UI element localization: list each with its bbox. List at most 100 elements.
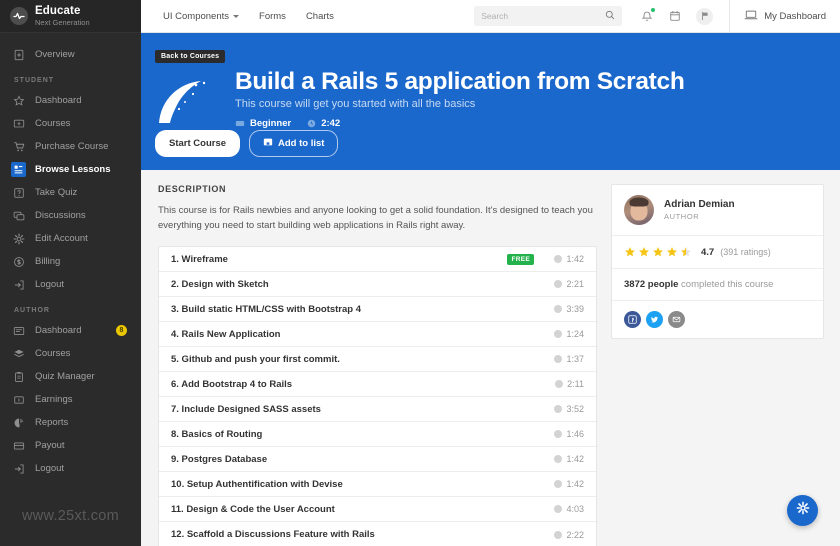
lesson-title: 7. Include Designed SASS assets	[171, 404, 542, 415]
email-icon[interactable]	[668, 311, 685, 328]
sidebar-item-overview[interactable]: Overview	[0, 43, 141, 66]
facebook-icon[interactable]	[624, 311, 641, 328]
back-to-courses-button[interactable]: Back to Courses	[155, 50, 225, 63]
sidebar-item-earnings[interactable]: Earnings	[0, 388, 141, 411]
list-item[interactable]: 9. Postgres Database 1:42	[159, 447, 596, 472]
lesson-duration-label: 3:52	[566, 404, 584, 414]
list-item[interactable]: 10. Setup Authentification with Devise 1…	[159, 472, 596, 497]
avatar	[624, 195, 654, 225]
lesson-duration: 1:24	[542, 329, 584, 339]
lesson-title: 8. Basics of Routing	[171, 429, 542, 440]
search-icon[interactable]	[605, 7, 615, 25]
star-icon	[652, 246, 664, 258]
list-item[interactable]: 6. Add Bootstrap 4 to Rails 2:11	[159, 372, 596, 397]
lesson-list: 1. Wireframe FREE 1:42 2. Design with Sk…	[158, 246, 597, 546]
author-name: Adrian Demian	[664, 199, 735, 210]
list-item[interactable]: 1. Wireframe FREE 1:42	[159, 247, 596, 272]
sidebar-item-payout[interactable]: Payout	[0, 434, 141, 457]
course-level-label: Beginner	[250, 118, 291, 129]
search-input[interactable]	[481, 11, 605, 21]
tab-forms[interactable]: Forms	[259, 11, 286, 22]
list-item[interactable]: 12. Scaffold a Discussions Feature with …	[159, 522, 596, 546]
lesson-duration-label: 2:22	[566, 530, 584, 540]
course-meta: Beginner 2:42	[235, 118, 685, 129]
topbar-icons	[622, 8, 729, 25]
twitter-icon[interactable]	[646, 311, 663, 328]
clock-icon	[554, 255, 562, 263]
tab-charts[interactable]: Charts	[306, 11, 334, 22]
start-course-button[interactable]: Start Course	[155, 130, 240, 157]
sidebar-item-take-quiz[interactable]: Take Quiz	[0, 181, 141, 204]
sidebar-item-edit-account[interactable]: Edit Account	[0, 227, 141, 250]
app-root: Educate Next Generation Overview STUDENT…	[0, 0, 840, 546]
course-details-column: DESCRIPTION This course is for Rails new…	[158, 184, 597, 546]
lesson-duration: 3:52	[542, 404, 584, 414]
sidebar-item-label: Purchase Course	[35, 141, 108, 152]
sidebar-item-logout-author[interactable]: Logout	[0, 457, 141, 480]
settings-fab-button[interactable]	[787, 495, 818, 526]
sidebar-item-logout-student[interactable]: Logout	[0, 273, 141, 296]
bell-icon[interactable]	[640, 9, 654, 23]
sidebar-item-discussions[interactable]: Discussions	[0, 204, 141, 227]
tab-ui-components[interactable]: UI Components	[163, 11, 239, 22]
lesson-duration-label: 1:42	[566, 454, 584, 464]
laptop-icon	[744, 9, 758, 24]
completed-count: 3872 people	[624, 279, 678, 290]
main-area: UI Components Forms Charts	[141, 0, 840, 546]
list-item[interactable]: 5. Github and push your first commit. 1:…	[159, 347, 596, 372]
star-icon	[666, 246, 678, 258]
list-box-icon	[11, 162, 26, 177]
notification-dot	[651, 8, 655, 12]
star-icon	[11, 93, 26, 108]
my-dashboard-link[interactable]: My Dashboard	[729, 0, 840, 32]
clock-icon	[554, 330, 562, 338]
lesson-duration: 2:22	[542, 530, 584, 540]
search-box[interactable]	[474, 6, 622, 26]
sidebar-item-billing[interactable]: Billing	[0, 250, 141, 273]
pie-chart-icon	[11, 415, 26, 430]
card-icon	[11, 438, 26, 453]
lesson-duration-label: 1:42	[566, 479, 584, 489]
list-item[interactable]: 4. Rails New Application 1:24	[159, 322, 596, 347]
sidebar-item-courses[interactable]: Courses	[0, 112, 141, 135]
layers-icon	[11, 346, 26, 361]
sidebar-item-purchase-course[interactable]: Purchase Course	[0, 135, 141, 158]
content-area: DESCRIPTION This course is for Rails new…	[141, 170, 840, 546]
course-duration-label: 2:42	[321, 118, 340, 129]
list-item[interactable]: 2. Design with Sketch 2:21	[159, 272, 596, 297]
add-to-list-button[interactable]: Add to list	[249, 130, 338, 157]
sidebar: Educate Next Generation Overview STUDENT…	[0, 0, 141, 546]
list-item[interactable]: 11. Design & Code the User Account 4:03	[159, 497, 596, 522]
sidebar-badge-count: 8	[116, 325, 127, 336]
lesson-title: 2. Design with Sketch	[171, 279, 542, 290]
list-item[interactable]: 8. Basics of Routing 1:46	[159, 422, 596, 447]
calendar-icon[interactable]	[668, 9, 682, 23]
sidebar-item-quiz-manager[interactable]: Quiz Manager	[0, 365, 141, 388]
lesson-title: 10. Setup Authentification with Devise	[171, 479, 542, 490]
sidebar-item-label: Logout	[35, 279, 64, 290]
sidebar-item-label: Billing	[35, 256, 60, 267]
brand-tagline: Next Generation	[35, 19, 90, 27]
logout-icon	[11, 461, 26, 476]
lesson-duration-label: 2:21	[566, 279, 584, 289]
list-item[interactable]: 7. Include Designed SASS assets 3:52	[159, 397, 596, 422]
clock-icon	[554, 531, 562, 539]
lesson-title: 11. Design & Code the User Account	[171, 504, 542, 515]
brand[interactable]: Educate Next Generation	[0, 0, 141, 33]
flag-icon[interactable]	[696, 8, 713, 25]
sidebar-item-author-dashboard[interactable]: Dashboard 8	[0, 319, 141, 342]
lesson-duration-label: 1:24	[566, 329, 584, 339]
author-column: Adrian Demian AUTHOR	[611, 184, 824, 546]
tab-label: Charts	[306, 11, 334, 22]
sidebar-item-dashboard[interactable]: Dashboard	[0, 89, 141, 112]
list-item[interactable]: 3. Build static HTML/CSS with Bootstrap …	[159, 297, 596, 322]
sidebar-item-browse-lessons[interactable]: Browse Lessons	[0, 158, 141, 181]
lesson-title: 12. Scaffold a Discussions Feature with …	[171, 529, 542, 540]
star-rating	[624, 246, 692, 258]
topbar-right: My Dashboard	[474, 0, 840, 32]
file-plus-icon	[11, 47, 26, 62]
clock-icon	[554, 305, 562, 313]
level-icon	[235, 119, 245, 128]
sidebar-item-reports[interactable]: Reports	[0, 411, 141, 434]
sidebar-item-author-courses[interactable]: Courses	[0, 342, 141, 365]
